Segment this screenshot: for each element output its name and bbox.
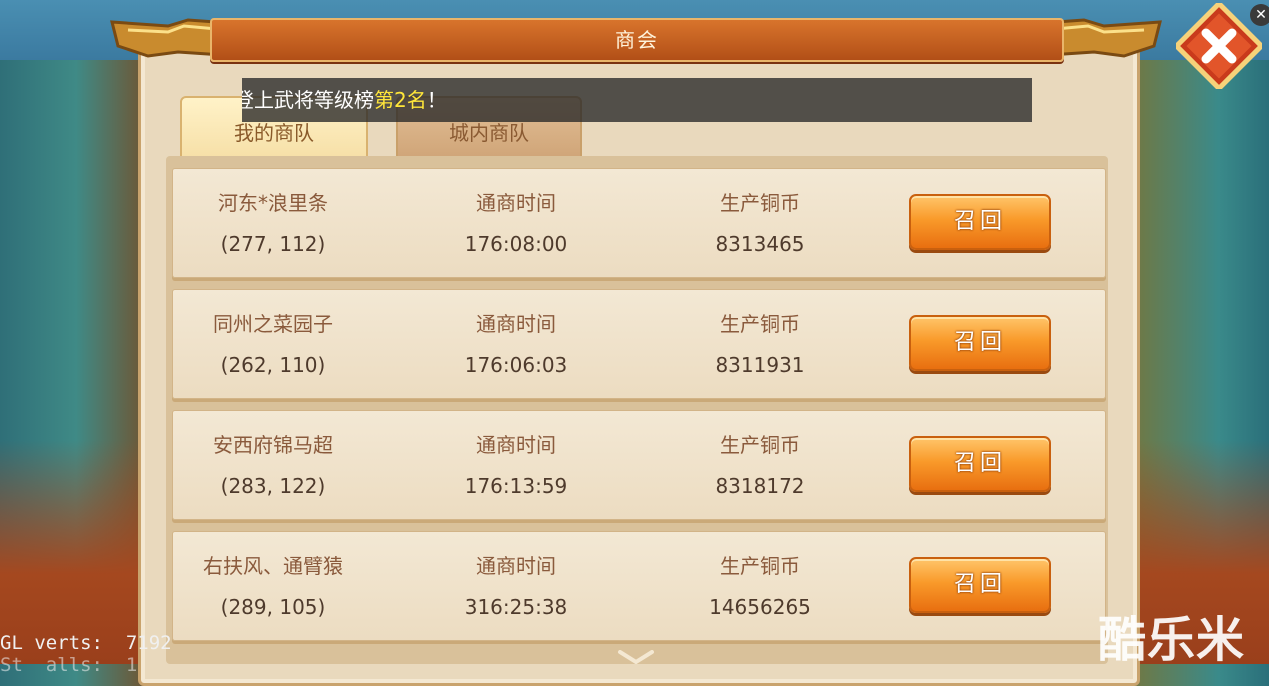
coin-value: 8311931 xyxy=(715,353,805,377)
caravan-coords: (277, 112) xyxy=(220,232,326,256)
caravan-row: 安西府锦马超 (283, 122) 通商时间 176:13:59 生产铜币 83… xyxy=(172,410,1106,520)
caravan-name: 安西府锦马超 xyxy=(213,433,333,457)
title-bar: 商会 xyxy=(210,18,1064,62)
coin-label: 生产铜币 xyxy=(720,191,800,215)
caravan-name: 河东*浪里条 xyxy=(218,191,328,215)
notice-prefix: 登上武将等级榜 xyxy=(242,88,374,112)
trade-time-value: 176:08:00 xyxy=(464,232,568,256)
trade-time-label: 通商时间 xyxy=(476,554,556,578)
caravan-coords: (289, 105) xyxy=(220,595,326,619)
window-title: 商会 xyxy=(615,28,659,52)
recall-button[interactable]: 召回 xyxy=(909,436,1051,492)
recall-button[interactable]: 召回 xyxy=(909,194,1051,250)
coin-label: 生产铜币 xyxy=(720,433,800,457)
watermark-logo: 酷乐米 xyxy=(1098,612,1246,668)
trade-time-value: 176:13:59 xyxy=(464,474,568,498)
caravan-row: 右扶风、通臂猿 (289, 105) 通商时间 316:25:38 生产铜币 1… xyxy=(172,531,1106,641)
small-close-icon[interactable]: ✕ xyxy=(1250,4,1269,26)
caravan-name: 右扶风、通臂猿 xyxy=(203,554,343,578)
trade-time-value: 176:06:03 xyxy=(464,353,568,377)
notice-suffix: ！ xyxy=(426,88,447,112)
chevron-down-icon[interactable] xyxy=(616,650,656,664)
coin-value: 8313465 xyxy=(715,232,805,256)
scrolling-notice-banner: 登上武将等级榜第2名！ xyxy=(242,78,1032,122)
caravan-coords: (283, 122) xyxy=(220,474,326,498)
debug-overlay: GL verts: 7192 St alls: 1 xyxy=(0,632,172,676)
caravan-name: 同州之菜园子 xyxy=(213,312,333,336)
recall-button[interactable]: 召回 xyxy=(909,315,1051,371)
debug-line-2: St alls: 1 xyxy=(0,654,161,676)
debug-line-1: GL verts: 7192 xyxy=(0,632,172,654)
notice-highlight: 第2名 xyxy=(374,88,427,112)
coin-label: 生产铜币 xyxy=(720,554,800,578)
trade-time-value: 316:25:38 xyxy=(464,595,568,619)
caravan-row: 同州之菜园子 (262, 110) 通商时间 176:06:03 生产铜币 83… xyxy=(172,289,1106,399)
coin-value: 14656265 xyxy=(709,595,811,619)
caravan-coords: (262, 110) xyxy=(220,353,326,377)
coin-label: 生产铜币 xyxy=(720,312,800,336)
recall-button[interactable]: 召回 xyxy=(909,557,1051,613)
caravan-row: 河东*浪里条 (277, 112) 通商时间 176:08:00 生产铜币 83… xyxy=(172,168,1106,278)
trade-time-label: 通商时间 xyxy=(476,191,556,215)
coin-value: 8318172 xyxy=(715,474,805,498)
trade-time-label: 通商时间 xyxy=(476,312,556,336)
trade-time-label: 通商时间 xyxy=(476,433,556,457)
